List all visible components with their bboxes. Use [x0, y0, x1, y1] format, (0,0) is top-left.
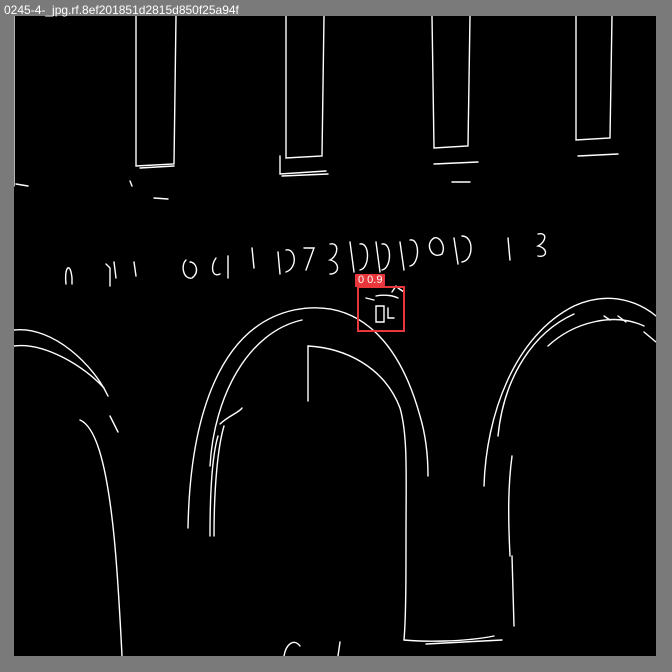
image-filename: 0245-4-_jpg.rf.8ef201851d2815d850f25a94f [4, 3, 239, 17]
edge-map-drawing [14, 16, 656, 656]
detection-label: 0 0.9 [355, 274, 386, 287]
detection-bounding-box [357, 286, 405, 332]
edge-image: 0 0.9 [14, 16, 656, 656]
image-viewer: 0245-4-_jpg.rf.8ef201851d2815d850f25a94f [0, 0, 672, 672]
